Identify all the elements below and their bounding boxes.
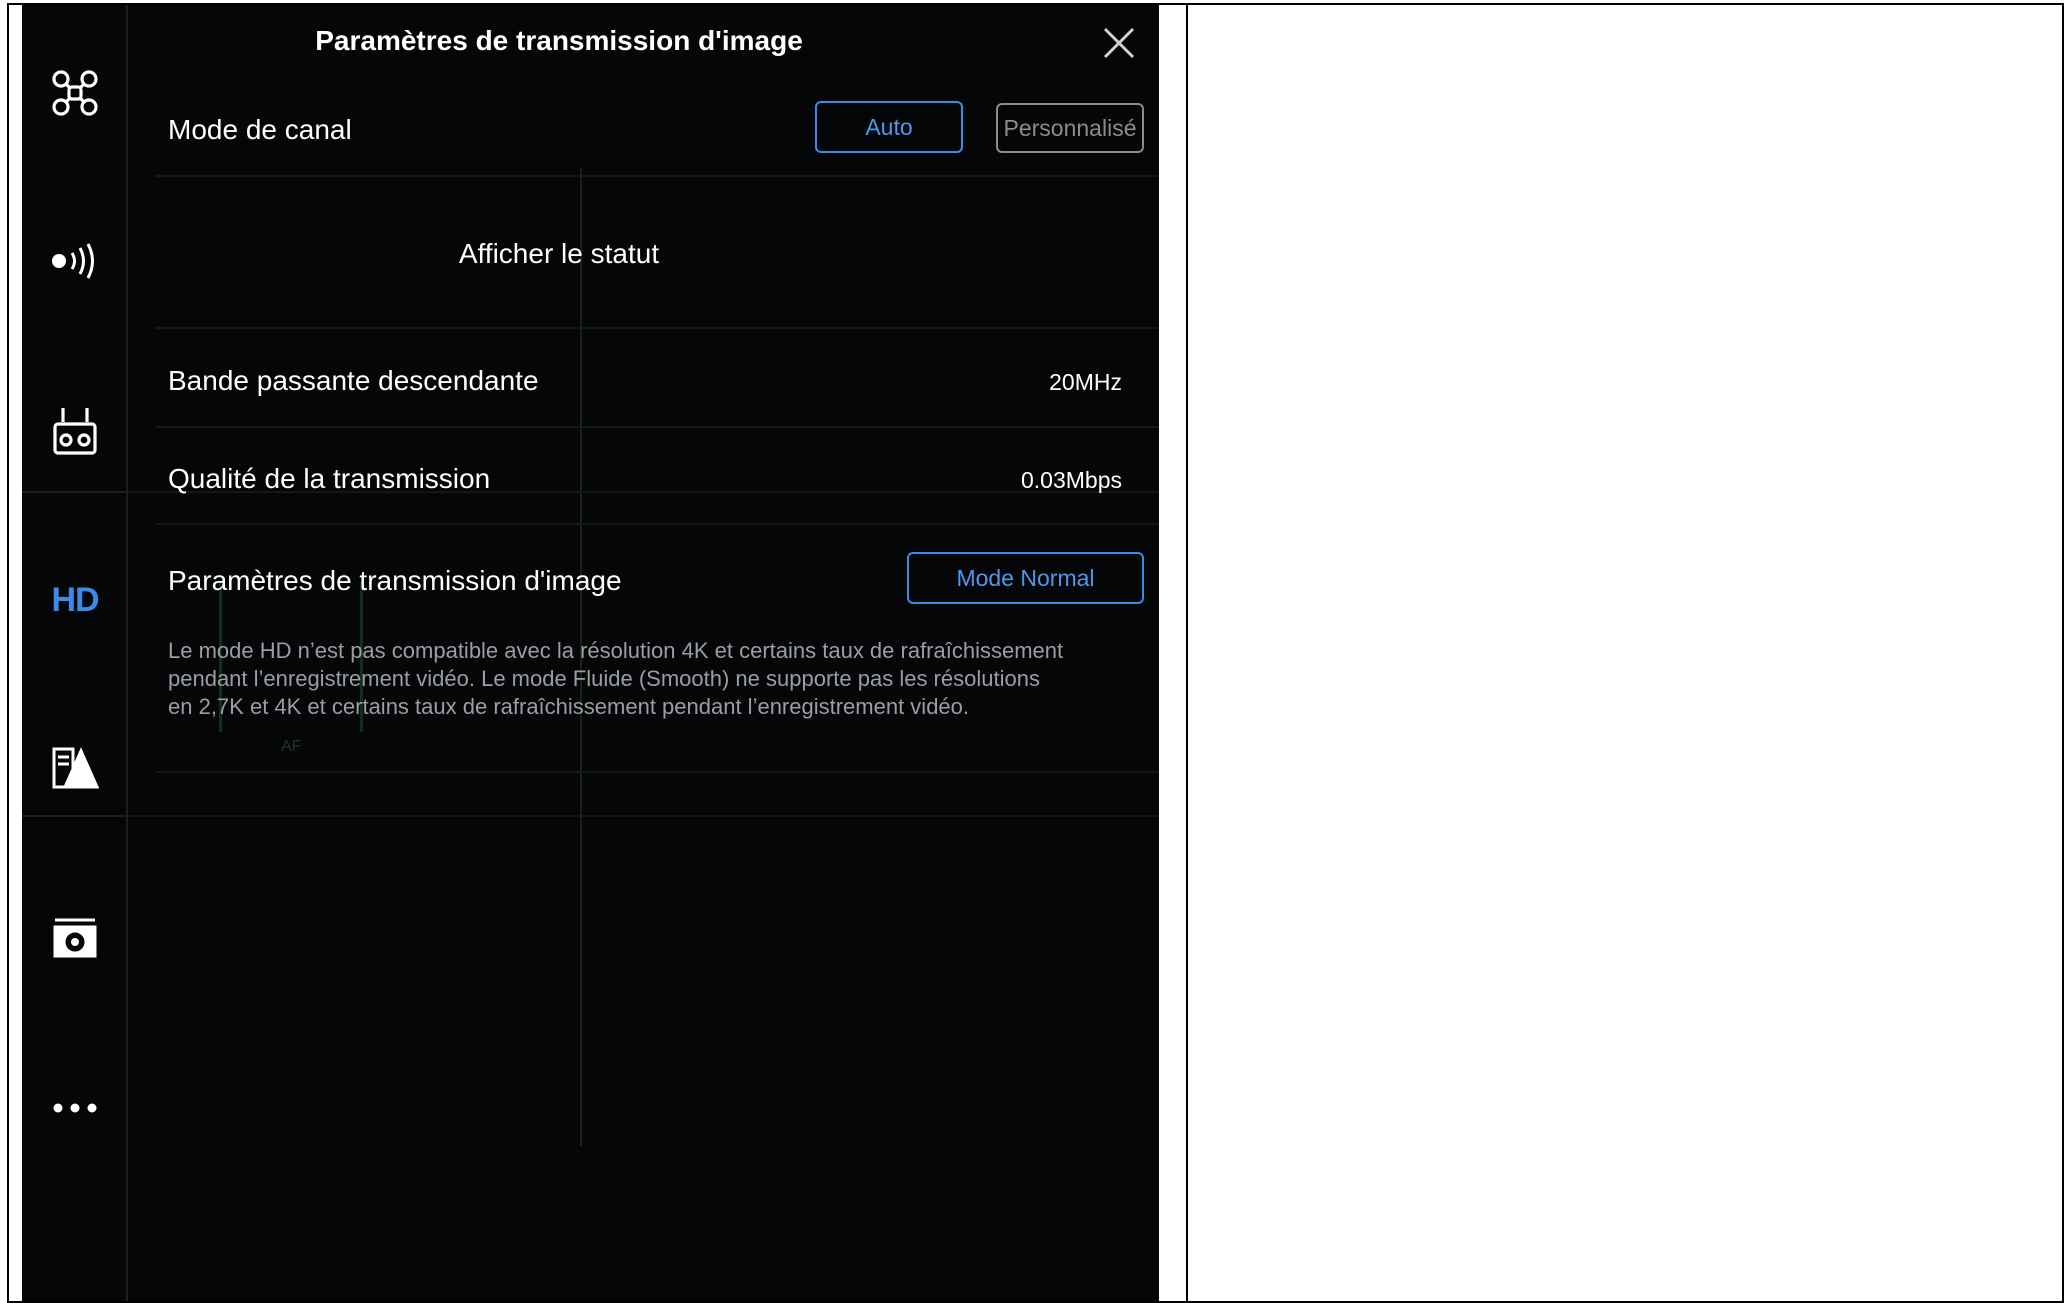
sidebar-item-hd[interactable]: HD: [22, 560, 128, 640]
sidebar-separator: [22, 815, 128, 817]
remote-controller-icon: [52, 406, 98, 456]
image-transmission-label: Paramètres de transmission d'image: [168, 565, 622, 596]
sidebar-item-aircraft[interactable]: [22, 53, 128, 133]
sidebar-item-remote-controller[interactable]: [22, 391, 128, 471]
row-divider: [156, 426, 1159, 428]
row-divider: [156, 523, 1159, 525]
transmission-mode-button[interactable]: Mode Normal: [907, 552, 1144, 604]
app-window: AF HD Paramètres de transmission d'image…: [22, 5, 1159, 1301]
close-button[interactable]: [1101, 25, 1137, 61]
channel-mode-auto-button[interactable]: Auto: [815, 101, 963, 153]
downlink-bandwidth-label: Bande passante descendante: [168, 365, 539, 396]
sidebar-item-camera[interactable]: [22, 898, 128, 978]
show-status-link[interactable]: Afficher le statut: [129, 238, 989, 270]
aircraft-icon: [50, 68, 100, 118]
row-divider: [156, 771, 1159, 773]
camera-icon: [52, 916, 98, 960]
transmission-quality-label: Qualité de la transmission: [168, 463, 491, 494]
hd-icon: HD: [51, 580, 99, 619]
settings-sidebar: HD: [22, 5, 128, 1301]
more-icon: [52, 1102, 98, 1114]
transmission-mode-description: Le mode HD n’est pas compatible avec la …: [168, 638, 1064, 719]
map-layers-icon: [51, 745, 99, 791]
signal-icon: [50, 241, 100, 281]
row-divider: [156, 327, 1159, 329]
image-transmission-panel: Paramètres de transmission d'image Mode …: [129, 5, 1159, 1301]
channel-mode-label: Mode de canal: [168, 114, 352, 145]
channel-mode-custom-button[interactable]: Personnalisé: [996, 103, 1144, 153]
sidebar-item-more[interactable]: [22, 1068, 128, 1148]
transmission-quality-value: 0.03Mbps: [1020, 467, 1122, 493]
sidebar-item-signal[interactable]: [22, 221, 128, 301]
downlink-bandwidth-value: 20MHz: [1049, 369, 1122, 395]
document-divider: [1186, 3, 1188, 1301]
sidebar-item-map[interactable]: [22, 728, 128, 808]
row-divider: [156, 175, 1159, 177]
sidebar-separator: [22, 491, 128, 493]
close-icon: [1101, 27, 1137, 65]
panel-title: Paramètres de transmission d'image: [315, 25, 803, 56]
